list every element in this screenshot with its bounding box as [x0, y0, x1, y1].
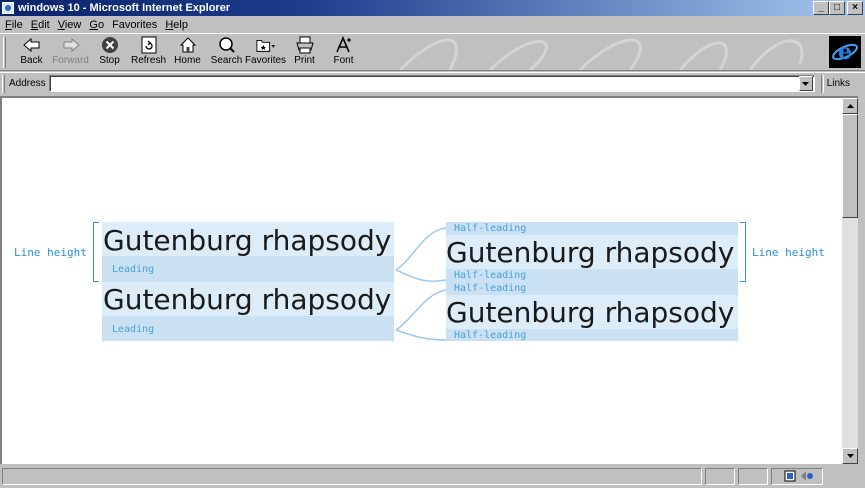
- right-sample-text-2: Gutenburg rhapsody: [446, 296, 735, 329]
- scroll-thumb[interactable]: [842, 114, 858, 218]
- address-label: Address: [9, 78, 46, 89]
- window-right-edge: [858, 96, 865, 464]
- minimize-button[interactable]: _: [813, 1, 829, 15]
- left-line-height-bracket: [93, 222, 99, 282]
- forward-button[interactable]: Forward: [51, 34, 90, 70]
- forward-arrow-icon: [61, 36, 81, 54]
- right-sample-text-1: Gutenburg rhapsody: [446, 236, 735, 269]
- right-half-leading-label-4: Half-leading: [454, 330, 527, 341]
- page-content[interactable]: Line height Gutenburg rhapsody Leading G…: [0, 96, 842, 464]
- links-separator: [820, 74, 824, 93]
- refresh-icon: [139, 36, 159, 54]
- printer-icon: [295, 36, 315, 54]
- back-arrow-icon: [22, 36, 42, 54]
- right-half-leading-label-2: Half-leading: [454, 270, 527, 281]
- line-height-diagram: Line height Gutenburg rhapsody Leading G…: [2, 98, 844, 466]
- connector-lines: [395, 227, 447, 341]
- font-icon: [334, 36, 354, 54]
- left-sample-text-1: Gutenburg rhapsody: [103, 224, 392, 257]
- left-sample-text-2: Gutenburg rhapsody: [103, 283, 392, 316]
- window-controls: _ □ ×: [813, 1, 863, 15]
- standard-toolbar: Back Forward Stop Refresh Home Search Fa…: [0, 33, 865, 71]
- links-button[interactable]: Links: [827, 78, 850, 89]
- refresh-button[interactable]: Refresh: [129, 34, 168, 70]
- status-pane-progress: [705, 467, 735, 485]
- left-leading-label-1: Leading: [112, 264, 155, 275]
- home-button[interactable]: Home: [168, 34, 207, 70]
- ie-e-logo-icon: e: [832, 39, 858, 65]
- window-title: windows 10 - Microsoft Internet Explorer: [18, 2, 231, 14]
- ie-throbber-logo[interactable]: e: [829, 36, 861, 68]
- chevron-down-icon: [802, 81, 810, 86]
- ie-window-icon[interactable]: [2, 2, 14, 14]
- favorites-button[interactable]: Favorites: [245, 34, 286, 70]
- status-pane-offline: [738, 467, 768, 485]
- maximize-button[interactable]: □: [829, 1, 845, 15]
- right-line-height-bracket: [740, 222, 746, 282]
- address-grip[interactable]: [2, 74, 5, 93]
- vertical-scrollbar[interactable]: [842, 96, 858, 464]
- menu-go[interactable]: Go: [86, 19, 109, 31]
- menu-edit[interactable]: Edit: [28, 19, 55, 31]
- chevron-down-icon: [846, 454, 854, 458]
- status-text: [2, 467, 702, 485]
- menu-favorites[interactable]: Favorites: [109, 19, 162, 31]
- page-icon: [784, 470, 795, 482]
- menu-view[interactable]: View: [55, 19, 87, 31]
- search-icon: [217, 36, 237, 54]
- stop-icon: [100, 36, 120, 54]
- scroll-up-button[interactable]: [842, 98, 858, 114]
- left-leading-label-2: Leading: [112, 324, 155, 335]
- font-button[interactable]: Font: [324, 34, 363, 70]
- right-half-leading-label-1: Half-leading: [454, 223, 527, 234]
- close-button[interactable]: ×: [847, 1, 863, 15]
- zone-icon: [800, 471, 813, 481]
- address-input[interactable]: [48, 75, 815, 92]
- address-bar: Address Links: [0, 72, 865, 94]
- status-bar: [0, 464, 865, 488]
- chevron-up-icon: [846, 104, 854, 108]
- right-half-leading-label-3: Half-leading: [454, 283, 527, 294]
- toolbar-background-swoosh: [398, 38, 804, 70]
- menu-help[interactable]: Help: [162, 19, 193, 31]
- search-button[interactable]: Search: [207, 34, 246, 70]
- stop-button[interactable]: Stop: [90, 34, 129, 70]
- left-line-height-label: Line height: [14, 246, 87, 259]
- menu-file[interactable]: File: [2, 19, 28, 31]
- back-button[interactable]: Back: [12, 34, 51, 70]
- home-icon: [178, 36, 198, 54]
- toolbar-grip[interactable]: [3, 37, 6, 68]
- address-dropdown-button[interactable]: [798, 76, 813, 91]
- right-line-height-label: Line height: [752, 246, 825, 259]
- menu-bar: File Edit View Go Favorites Help: [0, 16, 865, 33]
- favorites-folder-icon: [255, 36, 276, 54]
- scroll-down-button[interactable]: [842, 448, 858, 464]
- status-zone-pane: [771, 467, 823, 485]
- title-bar: windows 10 - Microsoft Internet Explorer…: [0, 0, 865, 16]
- svg-text:e: e: [838, 39, 852, 65]
- print-button[interactable]: Print: [285, 34, 324, 70]
